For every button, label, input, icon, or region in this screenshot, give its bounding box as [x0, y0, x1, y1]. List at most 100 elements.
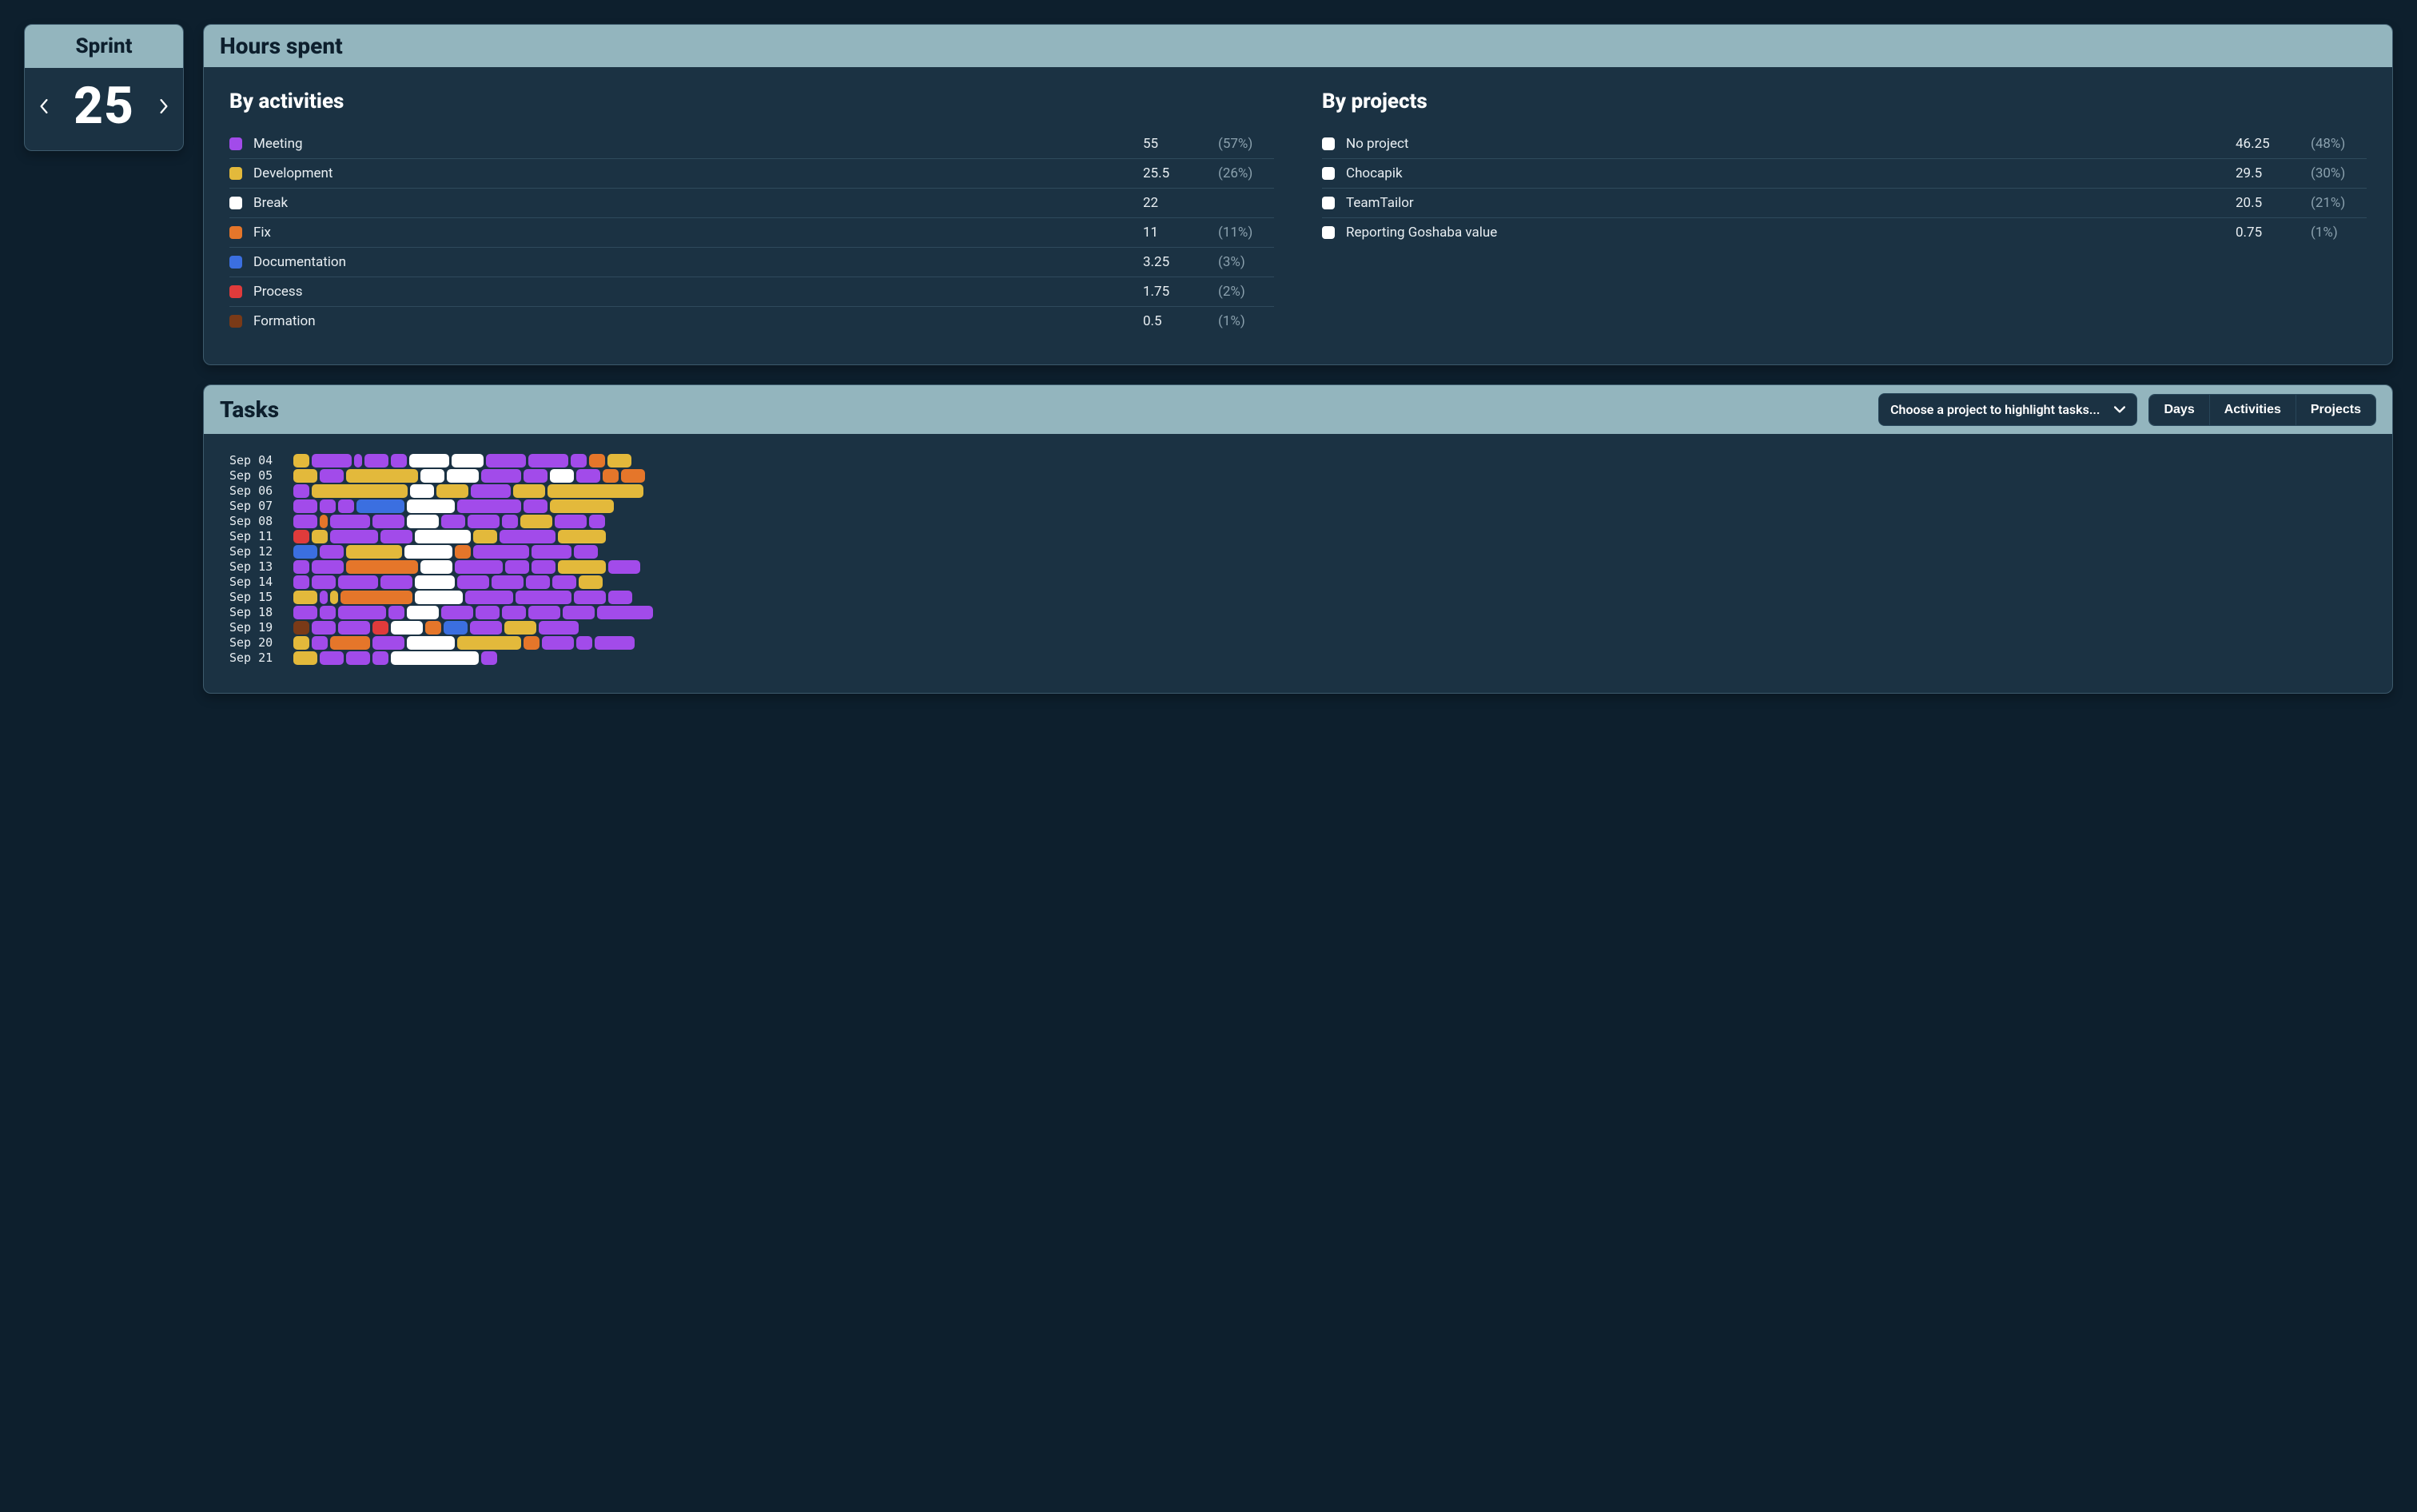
- task-segment-break[interactable]: [409, 454, 449, 468]
- task-segment-meeting[interactable]: [380, 530, 412, 543]
- task-segment-meeting[interactable]: [486, 454, 526, 468]
- sprint-next-button[interactable]: [156, 98, 172, 114]
- task-segment-process[interactable]: [293, 530, 309, 543]
- task-segment-development[interactable]: [293, 651, 317, 665]
- task-segment-development[interactable]: [504, 621, 536, 635]
- task-segment-meeting[interactable]: [481, 469, 521, 483]
- task-segment-meeting[interactable]: [528, 454, 568, 468]
- task-segment-meeting[interactable]: [455, 560, 503, 574]
- task-segment-fix[interactable]: [320, 515, 328, 528]
- task-segment-development[interactable]: [513, 484, 545, 498]
- task-segment-meeting[interactable]: [468, 515, 500, 528]
- task-segment-break[interactable]: [407, 606, 439, 619]
- task-segment-break[interactable]: [420, 560, 452, 574]
- task-segment-meeting[interactable]: [473, 545, 529, 559]
- task-segment-break[interactable]: [391, 651, 479, 665]
- task-segment-meeting[interactable]: [338, 621, 370, 635]
- task-segment-fix[interactable]: [340, 591, 412, 604]
- task-segment-meeting[interactable]: [380, 575, 412, 589]
- task-segment-meeting[interactable]: [312, 621, 336, 635]
- task-segment-meeting[interactable]: [364, 454, 388, 468]
- task-segment-meeting[interactable]: [542, 636, 574, 650]
- task-segment-break[interactable]: [415, 591, 463, 604]
- task-segment-development[interactable]: [607, 454, 631, 468]
- segment-activities[interactable]: Activities: [2209, 395, 2296, 425]
- task-segment-meeting[interactable]: [502, 606, 526, 619]
- task-segment-meeting[interactable]: [589, 515, 605, 528]
- task-segment-meeting[interactable]: [500, 530, 555, 543]
- task-segment-development[interactable]: [293, 454, 309, 468]
- task-segment-break[interactable]: [407, 515, 439, 528]
- task-segment-development[interactable]: [346, 545, 402, 559]
- task-segment-break[interactable]: [415, 575, 455, 589]
- task-segment-meeting[interactable]: [391, 454, 407, 468]
- task-segment-meeting[interactable]: [372, 636, 404, 650]
- task-segment-meeting[interactable]: [595, 636, 635, 650]
- task-segment-development[interactable]: [579, 575, 603, 589]
- task-segment-meeting[interactable]: [539, 621, 579, 635]
- sprint-prev-button[interactable]: [36, 98, 52, 114]
- task-segment-meeting[interactable]: [574, 591, 606, 604]
- task-segment-process[interactable]: [372, 621, 388, 635]
- task-segment-meeting[interactable]: [338, 499, 354, 513]
- task-segment-meeting[interactable]: [293, 575, 309, 589]
- task-segment-fix[interactable]: [330, 636, 370, 650]
- task-segment-meeting[interactable]: [441, 606, 473, 619]
- task-segment-meeting[interactable]: [312, 560, 344, 574]
- task-segment-fix[interactable]: [455, 545, 471, 559]
- task-segment-meeting[interactable]: [574, 545, 598, 559]
- task-segment-fix[interactable]: [589, 454, 605, 468]
- task-segment-meeting[interactable]: [320, 651, 344, 665]
- task-segment-meeting[interactable]: [471, 484, 511, 498]
- project-highlight-select[interactable]: Choose a project to highlight tasks...: [1878, 393, 2137, 426]
- task-segment-fix[interactable]: [346, 560, 418, 574]
- task-segment-meeting[interactable]: [465, 591, 513, 604]
- task-segment-development[interactable]: [548, 484, 643, 498]
- task-segment-development[interactable]: [312, 484, 408, 498]
- task-segment-meeting[interactable]: [320, 591, 328, 604]
- task-segment-fix[interactable]: [621, 469, 645, 483]
- task-segment-meeting[interactable]: [312, 454, 352, 468]
- task-segment-meeting[interactable]: [457, 575, 489, 589]
- task-segment-meeting[interactable]: [526, 575, 550, 589]
- task-segment-development[interactable]: [346, 469, 418, 483]
- task-segment-development[interactable]: [457, 636, 521, 650]
- task-segment-meeting[interactable]: [524, 469, 548, 483]
- task-segment-meeting[interactable]: [597, 606, 653, 619]
- task-segment-meeting[interactable]: [330, 530, 378, 543]
- task-segment-development[interactable]: [520, 515, 552, 528]
- task-segment-fix[interactable]: [425, 621, 441, 635]
- task-segment-break[interactable]: [550, 469, 574, 483]
- task-segment-meeting[interactable]: [571, 454, 587, 468]
- task-segment-meeting[interactable]: [312, 636, 328, 650]
- task-segment-development[interactable]: [558, 530, 606, 543]
- task-segment-meeting[interactable]: [320, 606, 336, 619]
- task-segment-development[interactable]: [293, 591, 317, 604]
- task-segment-meeting[interactable]: [330, 515, 370, 528]
- task-segment-meeting[interactable]: [320, 545, 344, 559]
- task-segment-meeting[interactable]: [354, 454, 362, 468]
- task-segment-meeting[interactable]: [505, 560, 529, 574]
- task-segment-meeting[interactable]: [388, 606, 404, 619]
- task-segment-break[interactable]: [404, 545, 452, 559]
- task-segment-development[interactable]: [473, 530, 497, 543]
- task-segment-break[interactable]: [407, 636, 455, 650]
- task-segment-break[interactable]: [415, 530, 471, 543]
- task-segment-meeting[interactable]: [528, 606, 560, 619]
- task-segment-meeting[interactable]: [293, 606, 317, 619]
- task-segment-meeting[interactable]: [481, 651, 497, 665]
- task-segment-development[interactable]: [312, 530, 328, 543]
- task-segment-meeting[interactable]: [320, 469, 344, 483]
- segment-days[interactable]: Days: [2149, 395, 2208, 425]
- task-segment-documentation[interactable]: [293, 545, 317, 559]
- task-segment-meeting[interactable]: [608, 560, 640, 574]
- task-segment-meeting[interactable]: [502, 515, 518, 528]
- task-segment-documentation[interactable]: [356, 499, 404, 513]
- task-segment-fix[interactable]: [524, 636, 540, 650]
- task-segment-meeting[interactable]: [555, 515, 587, 528]
- task-segment-meeting[interactable]: [372, 515, 404, 528]
- task-segment-break[interactable]: [391, 621, 423, 635]
- task-segment-meeting[interactable]: [492, 575, 524, 589]
- task-segment-fix[interactable]: [603, 469, 619, 483]
- segment-projects[interactable]: Projects: [2296, 395, 2375, 425]
